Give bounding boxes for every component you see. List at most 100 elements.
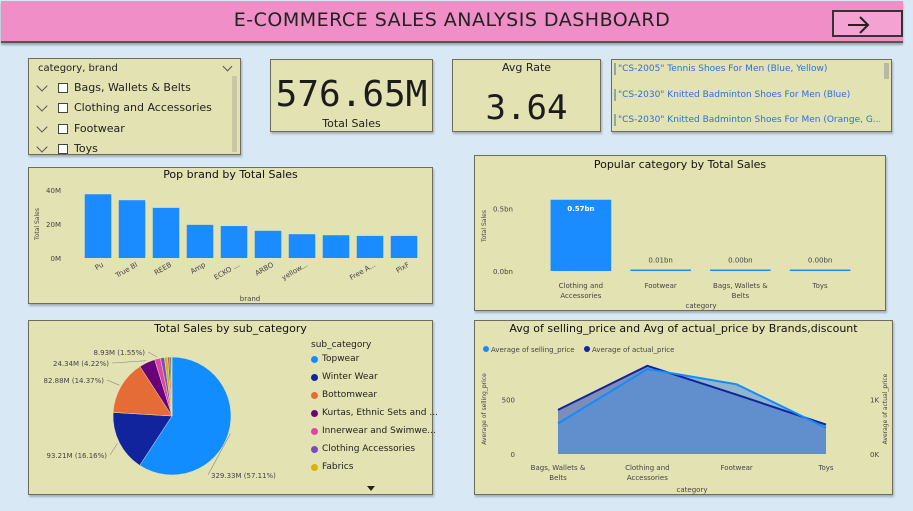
slicer-header: category, brand <box>38 63 118 74</box>
x-tick-label: Toys <box>817 464 834 472</box>
legend-item[interactable]: Winter Wear <box>311 372 378 382</box>
y-tick-label: 0.5bn <box>493 206 513 214</box>
x-tick-label: Clothing and <box>559 282 604 290</box>
y2-axis-label: Average of actual_price <box>882 373 889 444</box>
x-tick-label: Pu <box>94 261 105 272</box>
slicer-item-clothing[interactable]: Clothing and Accessories <box>36 99 212 114</box>
legend-item[interactable]: Fabrics <box>311 462 353 472</box>
y-tick-label: 0M <box>51 255 62 263</box>
x-tick-label: Belts <box>549 474 567 482</box>
legend-label: Topwear <box>322 354 360 364</box>
expand-icon[interactable] <box>36 140 48 153</box>
product-list[interactable]: "CS-2005" Tennis Shoes For Men (Blue, Ye… <box>611 59 892 132</box>
product-link[interactable]: "CS-2030" Knitted Badminton Shoes For Me… <box>618 115 880 125</box>
slicer-item-footwear[interactable]: Footwear <box>36 120 125 135</box>
bar <box>118 200 146 258</box>
x-tick-label: REEB <box>153 261 173 277</box>
x-tick-label: Bags, Wallets & <box>713 282 768 290</box>
y-tick-label: 20M <box>46 221 61 229</box>
y-tick-label: 40M <box>46 187 61 195</box>
expand-icon[interactable] <box>36 99 48 112</box>
total-sales-card: 576.65M Total Sales <box>270 59 433 132</box>
area-chart-svg: Average of selling_price Average of actua… <box>481 346 889 494</box>
x-axis-label: category <box>677 486 708 494</box>
legend-label: Innerwear and Swimwe... <box>322 426 436 436</box>
slicer-scrollbar[interactable] <box>232 76 237 152</box>
bar <box>254 230 282 258</box>
price-area-chart[interactable]: Avg of selling_price and Avg of actual_p… <box>474 320 893 495</box>
product-link[interactable]: "CS-2005" Tennis Shoes For Men (Blue, Ye… <box>618 64 880 74</box>
legend-item[interactable]: Kurtas, Ethnic Sets and ... <box>311 408 438 418</box>
sub-category-pie-chart[interactable]: Total Sales by sub_category 329.33M (57.… <box>28 320 438 495</box>
slicer-item-toys[interactable]: Toys <box>36 140 98 155</box>
leader-line <box>111 360 147 364</box>
y-axis-label: Total Sales <box>481 210 488 243</box>
category-brand-slicer[interactable]: category, brand Bags, Wallets & Belts Cl… <box>28 58 241 155</box>
legend-marker <box>584 346 590 352</box>
x-tick-label: Free A... <box>348 261 377 282</box>
product-link[interactable]: "CS-2030" Knitted Badminton Shoes For Me… <box>618 90 880 100</box>
row-indicator <box>614 114 616 126</box>
x-tick-label: yellow... <box>280 261 309 282</box>
product-list-scrollbar[interactable] <box>884 63 889 79</box>
checkbox[interactable] <box>58 102 68 113</box>
legend-label: Average of selling_price <box>491 346 575 354</box>
legend-item[interactable]: Topwear <box>311 354 359 364</box>
x-axis-label: brand <box>240 295 261 303</box>
bar <box>84 194 112 258</box>
leader-line <box>106 379 120 386</box>
x-tick-label: True Bl <box>113 261 139 280</box>
category-chart-svg: 0.0bn 0.5bn Total Sales 0.57bn Clothing and A… <box>481 199 851 310</box>
x-tick-label: Clothing and <box>625 464 670 472</box>
x-tick-label: Toys <box>812 282 829 290</box>
checkbox[interactable] <box>58 82 68 93</box>
leader-line <box>109 443 118 456</box>
legend-item[interactable]: Innerwear and Swimwe... <box>311 426 436 436</box>
slicer-item-label: Footwear <box>74 122 125 135</box>
checkbox[interactable] <box>58 123 68 134</box>
x-tick-label: ECKO ... <box>213 261 241 282</box>
navigate-button[interactable] <box>832 10 903 37</box>
checkbox[interactable] <box>58 143 68 154</box>
legend-item[interactable]: Clothing Accessories <box>311 444 415 454</box>
y2-tick-label: 1K <box>870 397 879 405</box>
data-label: 24.34M (4.22%) <box>53 360 109 368</box>
x-tick-label: Amp <box>189 261 207 276</box>
x-tick-label: Footwear <box>644 282 676 290</box>
y-tick-label: 0.0bn <box>493 268 513 276</box>
legend-marker <box>483 346 489 352</box>
row-indicator <box>614 89 616 101</box>
data-label: 0.00bn <box>728 257 752 265</box>
data-label: 82.88M (14.37%) <box>44 377 105 385</box>
y2-tick-label: 0K <box>870 451 879 459</box>
x-tick-label: Accessories <box>560 292 601 300</box>
pop-brand-chart[interactable]: Pop brand by Total Sales 0M 20M 40M Total S… <box>28 167 433 304</box>
row-indicator <box>614 63 616 75</box>
slicer-item-bags[interactable]: Bags, Wallets & Belts <box>36 79 191 94</box>
bar <box>390 235 418 258</box>
expand-icon[interactable] <box>36 120 48 133</box>
bar <box>322 235 350 258</box>
x-axis-label: category <box>686 302 717 310</box>
expand-icon[interactable] <box>36 79 48 92</box>
y-axis-label: Average of selling_price <box>481 373 488 445</box>
slicer-item-label: Toys <box>74 142 98 155</box>
bar <box>710 269 771 271</box>
legend-label: Bottomwear <box>322 390 378 400</box>
bar <box>630 269 691 271</box>
popular-category-chart[interactable]: Popular category by Total Sales 0.0bn 0.5… <box>474 155 886 311</box>
bar <box>356 235 384 258</box>
x-tick-label: PixF <box>395 261 411 275</box>
legend-item[interactable]: Bottomwear <box>311 390 377 400</box>
legend-scroll-down-icon[interactable] <box>367 486 375 491</box>
legend-label: Average of actual_price <box>592 346 674 354</box>
bar <box>288 234 316 258</box>
avg-rate-label: Avg Rate <box>501 61 552 74</box>
bar <box>152 207 180 258</box>
bar <box>789 269 851 271</box>
legend-label: Winter Wear <box>322 372 378 382</box>
y-axis-label: Total Sales <box>34 208 41 241</box>
chevron-down-icon[interactable] <box>222 61 233 72</box>
avg-rate-card: Avg Rate 3.64 <box>452 59 601 132</box>
data-label: 0.00bn <box>808 257 832 265</box>
